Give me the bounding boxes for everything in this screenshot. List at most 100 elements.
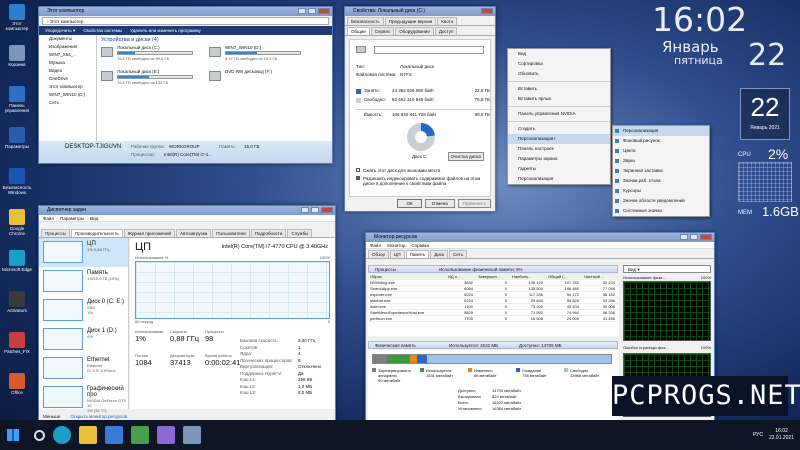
taskmgr-titlebar[interactable]: Диспетчер задач (39, 206, 335, 215)
taskmgr-tab[interactable]: Автозагрузка (175, 229, 212, 237)
index-checkbox[interactable] (356, 176, 360, 180)
menu-item[interactable]: Вид (90, 215, 98, 221)
perf-sidebar-item[interactable]: Память 1,6/15,9 ГБ (10%) (39, 267, 128, 296)
taskmgr-tab[interactable]: Подробности (250, 229, 287, 237)
resmon-titlebar[interactable]: Монитор ресурсов (366, 233, 714, 242)
volume-name-input[interactable] (374, 46, 484, 54)
props-tab[interactable]: Квота (437, 17, 458, 25)
maximize-button[interactable] (311, 207, 319, 213)
context-menu-item[interactable]: Персонализация+ (508, 134, 610, 144)
taskmgr-tab[interactable]: Службы (287, 229, 313, 237)
props-tab[interactable]: Оборудование (395, 27, 434, 35)
perf-sidebar-item[interactable]: Диск 1 (D:) 0% (39, 325, 128, 354)
props-tab[interactable]: Предыдущие версии (384, 17, 437, 25)
desktop-icon[interactable]: Google Chrome (2, 209, 32, 236)
sidebar-item[interactable]: OneDrive (39, 75, 96, 83)
close-button[interactable] (321, 207, 333, 213)
uninstall-button[interactable]: Удалить или изменить программу (130, 26, 201, 35)
explorer-titlebar[interactable]: Этот компьютер (39, 7, 332, 16)
taskmgr-tab[interactable]: Процессы (41, 229, 71, 237)
address-bar[interactable]: › Этот компьютер (42, 17, 329, 25)
submenu-item[interactable]: Значки области уведомлений (613, 196, 709, 206)
desktop-icon[interactable]: Безопасность Windows (2, 168, 32, 195)
submenu-item[interactable]: Экранная заставка (613, 166, 709, 176)
taskmgr-taskbar-icon[interactable] (131, 426, 149, 444)
perf-sidebar-item[interactable]: Графический про NVIDIA GeForce GTX 10 1% … (39, 383, 128, 413)
props-taskbar-icon[interactable] (183, 426, 201, 444)
compress-checkbox[interactable] (356, 168, 360, 172)
perf-sidebar-item[interactable]: Ethernet Ethernet О: 0 П: 0 Кбит/с (39, 354, 128, 383)
context-menu-item[interactable]: Параметры экрана (508, 154, 610, 164)
fewer-details-button[interactable]: Меньше (43, 414, 60, 419)
ok-button[interactable]: ОК (397, 199, 422, 208)
start-button[interactable] (0, 420, 26, 450)
props-titlebar[interactable]: Свойства: Локальный диск (C:) (345, 7, 495, 16)
cancel-button[interactable]: Отмена (424, 199, 455, 208)
maximize-button[interactable] (690, 234, 698, 240)
tray-time[interactable]: 16:02 (769, 428, 794, 435)
menu-item[interactable]: Файл (43, 215, 54, 221)
submenu-item[interactable]: Персонализация (613, 126, 709, 136)
search-icon[interactable] (34, 429, 45, 441)
task-manager-window[interactable]: Диспетчер задач Файл Параметры Вид Процесс… (38, 205, 336, 422)
props-tab[interactable]: Общие (347, 27, 370, 35)
column-header[interactable]: Наиболь... (510, 274, 546, 279)
desktop-icon[interactable]: Microsoft Edge (2, 250, 32, 272)
sidebar-item[interactable]: Этот компьютер (39, 83, 96, 91)
sidebar-item[interactable]: Видео (39, 67, 96, 75)
system-properties-button[interactable]: Свойства системы (83, 26, 122, 35)
submenu-item[interactable]: Звуки (613, 156, 709, 166)
physical-memory-header[interactable]: Физическая память Используется: 1531 МБ До… (368, 341, 618, 349)
resmon-tab[interactable]: Сеть (449, 250, 468, 258)
drive-tile[interactable]: DVD RW дисковод (F:) (209, 69, 309, 87)
props-tab[interactable]: Безопасность (347, 17, 384, 25)
context-menu-item[interactable]: Персонализация (508, 174, 610, 184)
explorer-taskbar-icon[interactable] (79, 426, 97, 444)
close-button[interactable] (481, 8, 493, 14)
sidebar-item[interactable]: WIN7_X64_.. (39, 51, 96, 59)
desktop-icon[interactable]: Patches_FIX (2, 332, 32, 354)
minimize-button[interactable] (680, 234, 688, 240)
context-menu-item[interactable]: Панель управления NVIDIA (508, 109, 610, 119)
desktop-icon[interactable]: Activators (2, 291, 32, 313)
sidebar-item[interactable]: Музыка (39, 59, 96, 67)
drive-tile[interactable]: WIN7_WIN10 (D:) 9,47 ГБ свободно из 16,3 … (209, 45, 309, 63)
desktop-icon[interactable]: Панель управления (2, 86, 32, 113)
submenu-item[interactable]: Системные значки (613, 206, 709, 216)
store-taskbar-icon[interactable] (105, 426, 123, 444)
cleanup-button[interactable]: Очистка диска (447, 152, 484, 161)
context-menu-item[interactable]: Обновить (508, 69, 610, 79)
minimize-button[interactable] (298, 8, 306, 14)
submenu-item[interactable]: Курсоры (613, 186, 709, 196)
table-row[interactable]: perfmon.exe 7700 0 16 508 24 000 31 456 (368, 316, 618, 322)
menu-item[interactable]: Параметры (60, 215, 84, 221)
desktop-icon[interactable]: Корзина (2, 45, 32, 67)
desktop-icon[interactable]: Этот компьютер (2, 4, 32, 31)
submenu-item[interactable]: Фоновый рисунок (613, 136, 709, 146)
submenu-item[interactable]: Значки раб. стола (613, 176, 709, 186)
explorer-window[interactable]: Этот компьютер › Этот компьютер Упорядоч… (38, 6, 333, 164)
menu-item[interactable]: Файл (370, 242, 381, 248)
close-button[interactable] (318, 8, 330, 14)
column-header[interactable]: Завершен... (476, 274, 510, 279)
perf-sidebar-item[interactable]: ЦП 1% 0,88 ГГц (39, 238, 128, 267)
desktop-icon[interactable]: Office (2, 373, 32, 395)
sidebar-item[interactable]: Документы (39, 35, 96, 43)
view-dropdown[interactable]: Вид ▾ (623, 265, 711, 273)
context-menu-item[interactable]: Сортировка (508, 59, 610, 69)
context-menu-item[interactable]: Вид (508, 49, 610, 59)
resmon-tab[interactable]: Обзор (368, 250, 389, 258)
drive-tile[interactable]: Локальный диск (E:) 76,5 ГБ свободно из 1… (101, 69, 201, 87)
context-menu-item[interactable]: Создать (508, 124, 610, 134)
column-header[interactable]: Образ (368, 274, 446, 279)
resmon-tab[interactable]: Диск (430, 250, 449, 258)
props-tab[interactable]: Сервис (370, 27, 395, 35)
column-header[interactable]: Частный ... (582, 274, 618, 279)
taskmgr-tab[interactable]: Журнал приложений (123, 229, 175, 237)
submenu-item[interactable]: Цвета (613, 146, 709, 156)
close-button[interactable] (700, 234, 712, 240)
context-menu-item[interactable]: Гаджеты (508, 164, 610, 174)
disk-properties-dialog[interactable]: Свойства: Локальный диск (C:) Безопаснос… (344, 6, 496, 212)
sidebar-item[interactable]: WIN7_WIN10 (D:) (39, 91, 96, 99)
context-menu-item[interactable]: Панель настроек (508, 144, 610, 154)
